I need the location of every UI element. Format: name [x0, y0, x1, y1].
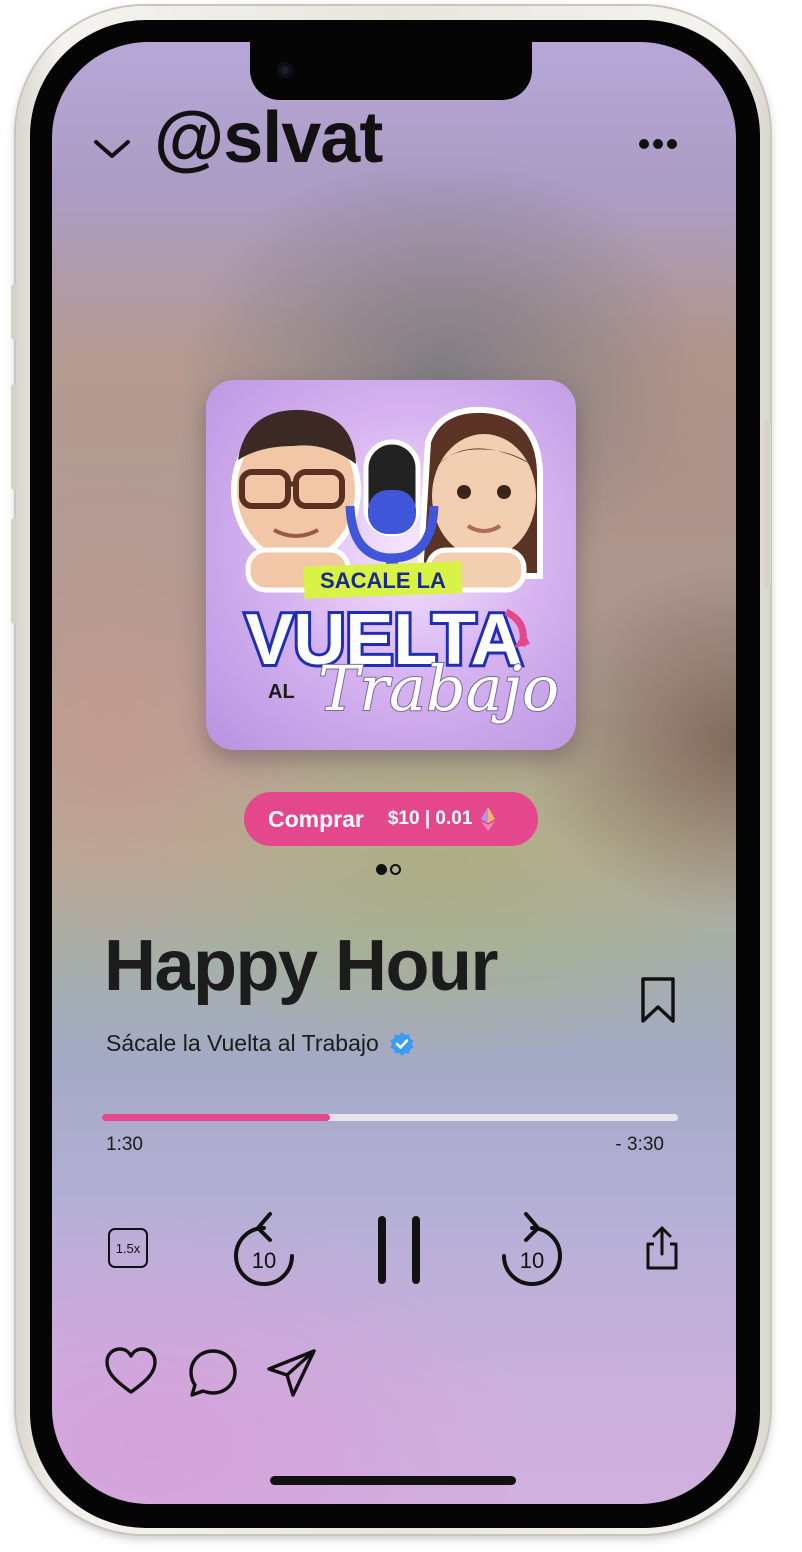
- forward-10-icon[interactable]: 10: [496, 1208, 568, 1288]
- rewind-10-icon[interactable]: 10: [228, 1208, 300, 1288]
- chevron-down-icon[interactable]: [92, 128, 132, 168]
- cover-title-script: Trabajo: [318, 652, 559, 725]
- send-icon[interactable]: [266, 1348, 318, 1398]
- verified-icon: [390, 1031, 414, 1056]
- progress-fill: [102, 1114, 330, 1121]
- cover-title-top: SACALE LA: [320, 568, 446, 593]
- player-screen: @slvat SACALE LA VUELTA AL Trabajo Compr…: [52, 42, 736, 1504]
- phone-mute-switch: [11, 284, 18, 340]
- bookmark-icon[interactable]: [640, 976, 676, 1024]
- rewind-10-label: 10: [252, 1248, 276, 1273]
- share-icon[interactable]: [642, 1224, 682, 1272]
- male-avatar: [231, 409, 361, 593]
- progress-bar[interactable]: [102, 1114, 678, 1121]
- heart-icon[interactable]: [104, 1346, 158, 1396]
- ethereum-icon: [481, 807, 496, 831]
- notch: [250, 42, 532, 100]
- username-handle[interactable]: @slvat: [154, 102, 383, 174]
- more-icon[interactable]: [638, 134, 678, 154]
- page-dot[interactable]: [376, 864, 387, 875]
- front-camera: [277, 62, 293, 78]
- track-title: Happy Hour: [104, 926, 499, 1006]
- playback-speed-button[interactable]: 1.5x: [108, 1228, 148, 1268]
- pause-icon[interactable]: [376, 1214, 422, 1286]
- track-artist-row[interactable]: Sácale la Vuelta al Trabajo: [106, 1030, 415, 1057]
- buy-button-label: Comprar: [268, 805, 364, 832]
- phone-volume-down: [11, 518, 18, 624]
- phone-volume-up: [11, 384, 18, 490]
- time-remaining: - 3:30: [615, 1134, 664, 1155]
- home-indicator[interactable]: [270, 1476, 516, 1485]
- cover-illustration: SACALE LA VUELTA AL Trabajo: [231, 406, 560, 726]
- podcast-cover-art[interactable]: SACALE LA VUELTA AL Trabajo: [206, 380, 576, 750]
- page-indicator: [376, 864, 401, 875]
- comment-icon[interactable]: [188, 1348, 238, 1398]
- track-artist: Sácale la Vuelta al Trabajo: [106, 1030, 379, 1056]
- cover-title-al: AL: [268, 681, 295, 703]
- buy-button-price: $10 | 0.01: [387, 808, 473, 829]
- phone-power-button: [764, 420, 771, 588]
- buy-button[interactable]: Comprar $10 | 0.01: [244, 792, 538, 846]
- time-elapsed: 1:30: [106, 1134, 143, 1155]
- forward-10-label: 10: [520, 1248, 544, 1273]
- page-dot[interactable]: [390, 864, 401, 875]
